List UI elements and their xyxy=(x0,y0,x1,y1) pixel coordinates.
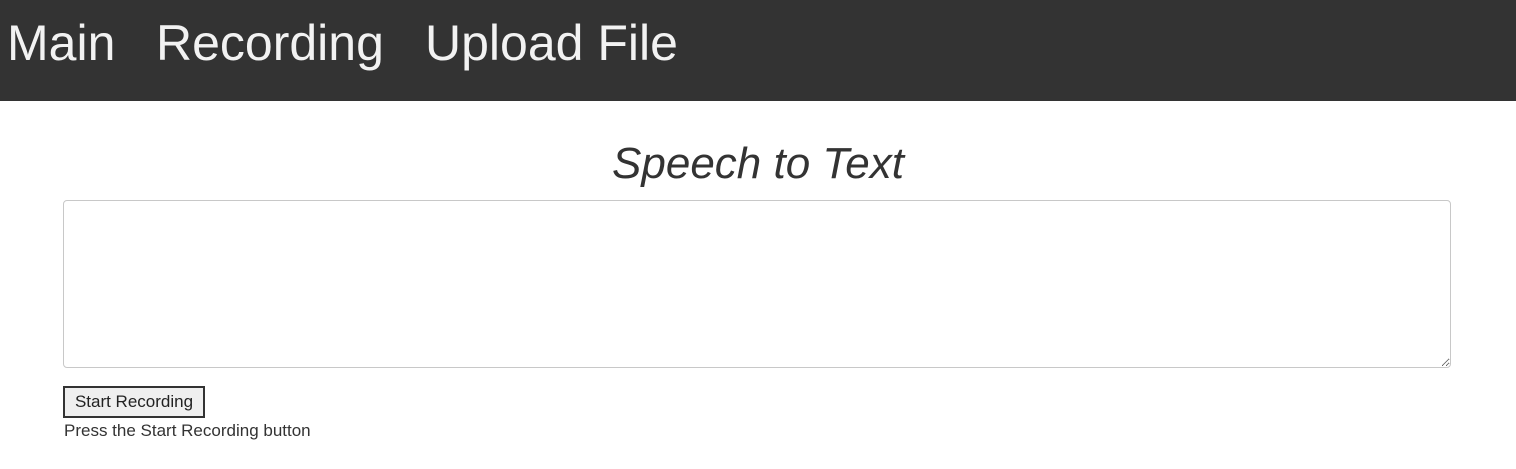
nav-link-main[interactable]: Main xyxy=(7,18,115,68)
start-recording-button[interactable]: Start Recording xyxy=(63,386,205,418)
transcript-textarea[interactable] xyxy=(63,200,1451,368)
status-message: Press the Start Recording button xyxy=(64,421,311,440)
page-title: Speech to Text xyxy=(612,139,904,188)
nav-link-recording[interactable]: Recording xyxy=(156,18,384,68)
top-navigation-bar: Main Recording Upload File xyxy=(0,0,1516,101)
nav-link-upload-file[interactable]: Upload File xyxy=(425,18,678,68)
